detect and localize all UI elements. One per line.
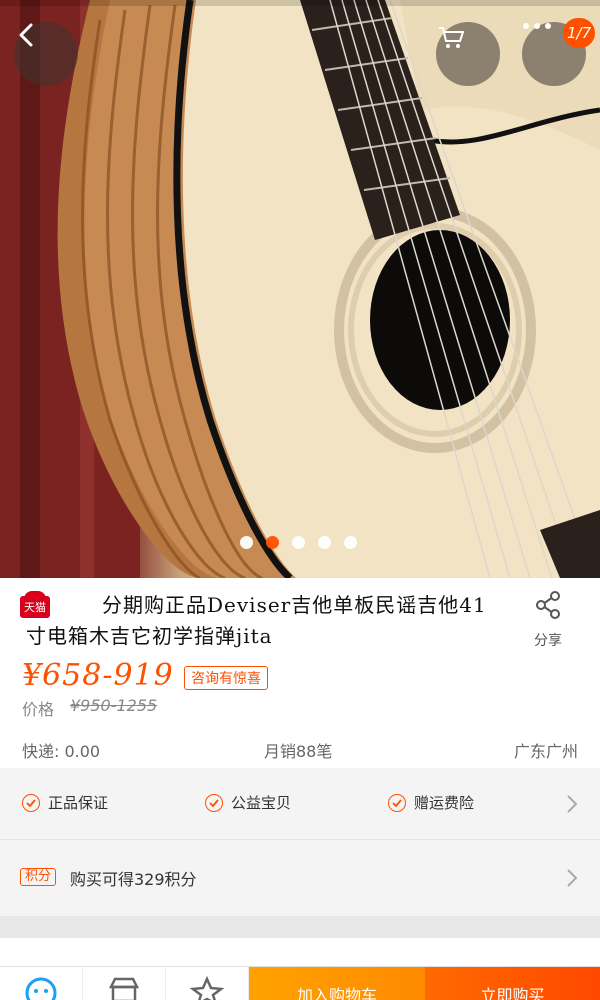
check-circle-icon	[22, 793, 40, 812]
chevron-right-icon	[567, 795, 578, 813]
more-dots-icon	[523, 23, 551, 29]
monthly-sales: 月销88笔	[264, 742, 333, 761]
pagination-dot[interactable]	[291, 536, 305, 549]
product-image-gallery[interactable]: 1/7	[0, 0, 600, 578]
points-tag: 积分	[20, 868, 57, 886]
product-price: ¥658-919	[22, 658, 174, 693]
guarantee-label: 赠运费险	[414, 794, 475, 812]
pagination-dot[interactable]	[239, 536, 253, 549]
add-to-cart-button[interactable]: 加入购物车	[249, 967, 425, 1000]
pagination-dot-active[interactable]	[265, 536, 279, 549]
favorite-button[interactable]	[166, 967, 249, 1000]
buy-now-label: 立即购买	[480, 986, 545, 1000]
cart-icon	[439, 27, 464, 48]
guarantee-item: 正品保证	[22, 792, 108, 813]
pagination-dot[interactable]	[317, 536, 331, 549]
bottom-action-bar: 加入购物车 立即购买	[0, 966, 600, 1000]
share-button[interactable]: 分享	[526, 590, 570, 650]
status-bar	[0, 0, 600, 6]
points-text: 购买可得329积分	[70, 870, 197, 889]
chat-icon	[25, 977, 57, 1000]
product-info-panel: 天猫 分期购正品Deviser吉他单板民谣吉他41寸电箱木吉它初学指弹jita …	[0, 578, 600, 768]
guarantee-label: 正品保证	[48, 794, 109, 812]
back-button[interactable]	[14, 22, 78, 86]
ship-from-location: 广东广州	[513, 742, 578, 761]
product-detail-page: 1/7 天猫 分期购正品Deviser吉他单板民谣吉他41寸电箱木吉它初学指弹j…	[0, 0, 600, 1000]
next-section-partial	[0, 938, 600, 968]
gallery-pagination	[0, 536, 598, 549]
check-circle-icon	[388, 793, 406, 812]
service-guarantees-row[interactable]: 正品保证 公益宝贝 赠运费险	[0, 768, 600, 840]
share-label: 分享	[534, 633, 562, 649]
guarantee-item: 公益宝贝	[205, 792, 291, 813]
chevron-right-icon	[567, 869, 578, 887]
shipping-fee: 快递: 0.00	[22, 742, 101, 761]
guarantee-label: 公益宝贝	[231, 794, 292, 812]
buy-now-button[interactable]: 立即购买	[425, 967, 600, 1000]
cart-button[interactable]	[436, 22, 500, 86]
check-circle-icon	[205, 793, 223, 812]
image-count-badge: 1/7	[563, 18, 596, 48]
original-price: ¥950-1255	[70, 696, 158, 715]
share-icon	[536, 591, 560, 619]
customer-service-button[interactable]	[0, 967, 83, 1000]
promo-tag[interactable]: 咨询有惊喜	[184, 666, 268, 690]
points-row[interactable]: 积分 购买可得329积分	[0, 840, 600, 916]
guarantee-item: 赠运费险	[388, 792, 474, 813]
product-title: 分期购正品Deviser吉他单板民谣吉他41寸电箱木吉它初学指弹jita	[26, 593, 487, 648]
chevron-left-icon	[19, 23, 33, 47]
star-icon	[190, 975, 224, 1000]
store-icon	[108, 977, 140, 1000]
add-to-cart-label: 加入购物车	[296, 986, 377, 1000]
store-button[interactable]	[83, 967, 166, 1000]
pagination-dot[interactable]	[343, 536, 357, 549]
guitar-photo	[0, 0, 600, 578]
section-divider	[0, 916, 600, 938]
original-price-label: 价格	[22, 700, 55, 719]
